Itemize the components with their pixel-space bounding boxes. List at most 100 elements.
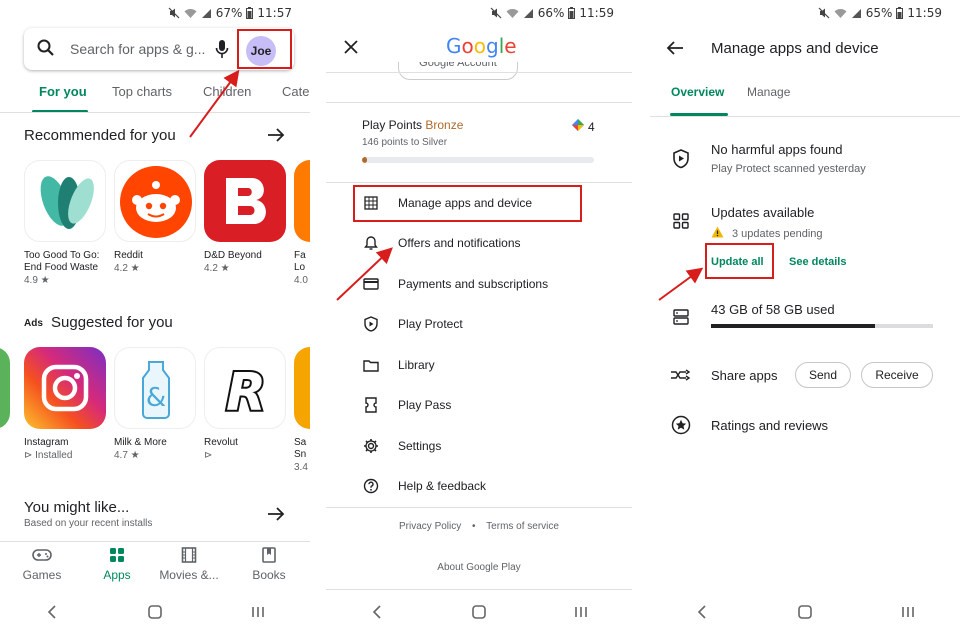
menu-help-feedback[interactable]: Help & feedback (362, 475, 486, 497)
category-tabs: For you Top charts Children Cate (0, 84, 310, 113)
tab-categories[interactable]: Cate (282, 84, 309, 99)
card-icon (362, 275, 380, 293)
tab-for-you[interactable]: For you (39, 84, 87, 99)
gamepad-icon (32, 549, 52, 566)
apps-grid-outline-icon (670, 210, 692, 232)
tab-children[interactable]: Children (203, 84, 251, 99)
system-back-icon[interactable] (682, 597, 722, 627)
play-store-home-screen: 67% 11:57 Search for apps & g... Joe For… (0, 0, 310, 634)
back-arrow-icon[interactable] (666, 40, 684, 61)
system-recents-icon[interactable] (888, 597, 928, 627)
play-points-title: Play Points Bronze (362, 118, 463, 132)
system-recents-icon[interactable] (238, 597, 278, 627)
system-home-icon[interactable] (135, 597, 175, 627)
ratings-reviews-title[interactable]: Ratings and reviews (711, 418, 828, 433)
system-home-icon[interactable] (459, 597, 499, 627)
might-like-subtitle: Based on your recent installs (24, 518, 153, 529)
play-points-label: Play Points (362, 118, 423, 132)
app-status: ⊳ (204, 450, 213, 461)
app-tile-reddit[interactable]: Reddit 4.2 ★ (114, 160, 196, 276)
app-rating: 4.0 (294, 275, 308, 286)
tab-overview[interactable]: Overview (671, 85, 724, 99)
tab-manage[interactable]: Manage (747, 85, 790, 99)
signal-icon (851, 8, 862, 19)
recommended-title: Recommended for you (24, 127, 176, 144)
recommended-arrow-icon[interactable] (266, 126, 286, 149)
app-rating: 4.9 ★ (24, 275, 50, 286)
search-placeholder: Search for apps & g... (70, 41, 206, 57)
receive-button[interactable]: Receive (861, 362, 933, 388)
menu-library[interactable]: Library (362, 354, 435, 376)
google-account-button[interactable]: Google Account (398, 62, 518, 80)
battery-icon (246, 7, 254, 19)
menu-settings[interactable]: Settings (362, 435, 441, 457)
system-back-icon[interactable] (32, 597, 72, 627)
terms-of-service-link[interactable]: Terms of service (486, 521, 559, 532)
menu-play-pass[interactable]: Play Pass (362, 394, 451, 416)
bottom-nav-divider (0, 541, 310, 542)
page-title: Manage apps and device (711, 40, 879, 57)
bell-icon (362, 234, 380, 252)
system-navigation-bar (650, 590, 960, 634)
system-recents-icon[interactable] (561, 597, 601, 627)
signal-icon (523, 8, 534, 19)
app-tile-instagram[interactable]: Instagram ⊳ Installed (24, 347, 106, 463)
system-navigation-bar (326, 590, 632, 634)
storage-usage-bar (711, 324, 933, 328)
app-tile-partial-right[interactable]: Fa Lo 4.0 (294, 160, 310, 288)
nav-apps[interactable]: Apps (82, 547, 152, 582)
app-name: Milk & More (114, 437, 167, 448)
milk-and-more-icon: & (114, 347, 196, 429)
nav-books[interactable]: Books (234, 547, 304, 582)
see-details-button[interactable]: See details (789, 256, 846, 268)
app-tile-too-good-to-go[interactable]: Too Good To Go: End Food Waste 4.9 ★ (24, 160, 106, 288)
storage-icon (670, 306, 692, 328)
send-button[interactable]: Send (795, 362, 851, 388)
play-points-count[interactable]: 4 (572, 119, 595, 134)
play-points-progress-fill (362, 157, 367, 163)
battery-percent: 67% (215, 6, 243, 20)
google-logo: Google (446, 34, 517, 58)
app-tile-partial-right-2[interactable]: Sa Sn 3.4 (294, 347, 310, 475)
reddit-icon (114, 160, 196, 242)
help-icon (362, 477, 380, 495)
clock: 11:59 (579, 6, 614, 20)
wifi-icon (834, 8, 847, 19)
privacy-policy-link[interactable]: Privacy Policy (399, 521, 461, 532)
play-points-tier: Bronze (425, 118, 464, 132)
menu-offers-notifications[interactable]: Offers and notifications (362, 232, 521, 254)
tab-top-charts[interactable]: Top charts (112, 84, 172, 99)
apps-grid-icon (109, 548, 125, 566)
app-tile-milk-and-more[interactable]: & Milk & More 4.7 ★ (114, 347, 196, 463)
system-home-icon[interactable] (785, 597, 825, 627)
menu-label: Payments and subscriptions (398, 277, 549, 291)
app-name: Revolut (204, 437, 238, 448)
app-tile-revolut[interactable]: R Revolut ⊳ (204, 347, 286, 463)
suggested-title: Suggested for you (51, 314, 173, 331)
app-name: Instagram (24, 437, 69, 448)
menu-play-protect[interactable]: Play Protect (362, 313, 463, 335)
app-name: Sa (294, 437, 307, 448)
protect-title: No harmful apps found (711, 142, 843, 157)
might-like-arrow-icon[interactable] (266, 505, 286, 528)
menu-payments-subscriptions[interactable]: Payments and subscriptions (362, 273, 548, 295)
updates-title: Updates available (711, 205, 815, 220)
status-bar: 66% 11:59 (490, 6, 614, 20)
system-back-icon[interactable] (357, 597, 397, 627)
header-divider (326, 72, 632, 73)
ads-label: Ads (24, 318, 43, 329)
signal-icon (201, 8, 212, 19)
microphone-icon[interactable] (214, 38, 230, 65)
updates-subtitle: 3 updates pending (711, 226, 823, 241)
app-tile-partial-left[interactable] (0, 347, 10, 429)
search-icon (36, 38, 56, 63)
app-name: Reddit (114, 250, 143, 261)
updates-pending-text: 3 updates pending (732, 227, 823, 240)
nav-movies[interactable]: Movies &... (154, 547, 224, 582)
close-icon[interactable] (344, 40, 358, 59)
battery-percent: 65% (865, 6, 893, 20)
app-tile-dnd-beyond[interactable]: D&D Beyond 4.2 ★ (204, 160, 286, 276)
film-icon (181, 547, 197, 566)
about-google-play-link[interactable]: About Google Play (326, 562, 632, 573)
nav-games[interactable]: Games (7, 547, 77, 582)
